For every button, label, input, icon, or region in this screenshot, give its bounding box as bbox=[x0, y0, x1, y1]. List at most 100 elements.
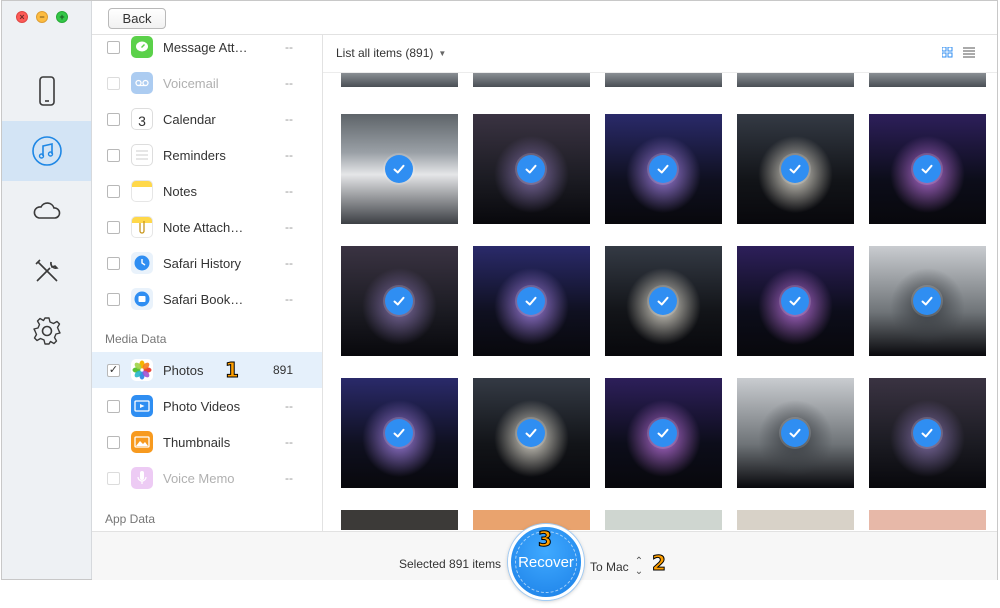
category-item-voicemail: Voicemail -- bbox=[92, 65, 322, 101]
category-item-message-attachments[interactable]: Message Att… -- bbox=[92, 35, 322, 65]
category-item-safari-history[interactable]: Safari History -- bbox=[92, 245, 322, 281]
photo-thumbnail[interactable] bbox=[341, 378, 458, 488]
voice-memo-icon bbox=[131, 467, 153, 489]
rail-item-device[interactable] bbox=[2, 61, 91, 121]
photo-thumbnail[interactable] bbox=[605, 378, 722, 488]
selected-check-icon bbox=[517, 155, 545, 183]
photo-thumbnail[interactable] bbox=[605, 246, 722, 356]
content-header: List all items (891) ▼ bbox=[323, 35, 997, 73]
photo-thumbnail[interactable] bbox=[473, 73, 590, 87]
photo-thumbnail[interactable] bbox=[869, 114, 986, 224]
rail-item-itunes[interactable] bbox=[2, 121, 91, 181]
photo-thumbnail[interactable] bbox=[341, 246, 458, 356]
photo-thumbnail[interactable] bbox=[605, 73, 722, 87]
destination-label: To Mac bbox=[590, 560, 629, 574]
category-checkbox[interactable] bbox=[107, 112, 120, 126]
selected-check-icon bbox=[385, 155, 413, 183]
calendar-icon-day: 3 bbox=[138, 112, 146, 129]
photo-thumbnail[interactable] bbox=[737, 73, 854, 87]
mode-rail: × − + bbox=[2, 1, 92, 579]
photos-icon bbox=[131, 359, 153, 381]
zoom-window-button[interactable]: + bbox=[56, 11, 68, 23]
photo-thumbnail[interactable] bbox=[473, 114, 590, 224]
photo-thumbnail[interactable] bbox=[605, 114, 722, 224]
minimize-window-button[interactable]: − bbox=[36, 11, 48, 23]
list-filter-dropdown[interactable]: List all items (891) ▼ bbox=[336, 46, 446, 60]
category-label: Photos bbox=[163, 362, 204, 378]
top-toolbar: Back bbox=[92, 1, 997, 35]
rail-item-tools[interactable] bbox=[2, 241, 91, 301]
photo-thumbnail[interactable] bbox=[869, 378, 986, 488]
selected-check-icon bbox=[649, 419, 677, 447]
category-count: -- bbox=[285, 148, 293, 162]
category-label: Photo Videos bbox=[163, 398, 241, 414]
category-checkbox[interactable] bbox=[107, 148, 120, 162]
category-item-safari-bookmarks[interactable]: Safari Book… -- bbox=[92, 281, 322, 317]
photo-thumbnail[interactable] bbox=[737, 246, 854, 356]
photo-thumbnail[interactable] bbox=[341, 114, 458, 224]
category-count: -- bbox=[285, 399, 293, 413]
phone-icon bbox=[38, 76, 55, 106]
category-count: -- bbox=[285, 471, 293, 485]
list-view-icon[interactable] bbox=[963, 47, 975, 58]
thumbnails-icon bbox=[131, 431, 153, 453]
photo-thumbnail[interactable] bbox=[737, 114, 854, 224]
selected-check-icon bbox=[913, 287, 941, 315]
category-item-notes[interactable]: Notes -- bbox=[92, 173, 322, 209]
category-checkbox[interactable] bbox=[107, 435, 120, 449]
close-window-button[interactable]: × bbox=[16, 11, 28, 23]
rail-item-settings[interactable] bbox=[2, 301, 91, 361]
back-button[interactable]: Back bbox=[108, 8, 166, 29]
notes-icon bbox=[131, 180, 153, 202]
category-item-note-attachments[interactable]: Note Attach… -- bbox=[92, 209, 322, 245]
category-item-reminders[interactable]: Reminders -- bbox=[92, 137, 322, 173]
step-3-annotation: 3 bbox=[538, 527, 553, 551]
photo-thumbnail[interactable] bbox=[869, 510, 986, 530]
destination-selector[interactable]: To Mac ⌃ ⌄ bbox=[590, 557, 643, 577]
category-item-calendar[interactable]: 3 Calendar -- bbox=[92, 101, 322, 137]
category-item-photos[interactable]: ✓ Photos 891 bbox=[92, 352, 322, 388]
photo-thumbnail[interactable] bbox=[737, 378, 854, 488]
rail-item-icloud[interactable] bbox=[2, 181, 91, 241]
category-checkbox[interactable] bbox=[107, 399, 120, 413]
updown-chevron-icon: ⌃ ⌄ bbox=[634, 556, 644, 577]
photo-thumbnail[interactable] bbox=[869, 73, 986, 87]
category-label: Safari Book… bbox=[163, 291, 244, 307]
category-label: Thumbnails bbox=[163, 434, 231, 450]
category-checkbox[interactable] bbox=[107, 220, 120, 234]
category-item-photo-videos[interactable]: Photo Videos -- bbox=[92, 388, 322, 424]
grid-view-icon[interactable] bbox=[942, 47, 953, 58]
calendar-icon: 3 bbox=[131, 108, 153, 130]
step-2-annotation: 2 bbox=[652, 551, 667, 575]
category-checkbox[interactable] bbox=[107, 256, 120, 270]
safari-bookmarks-icon bbox=[131, 288, 153, 310]
reminders-icon bbox=[131, 144, 153, 166]
photo-thumbnail[interactable] bbox=[341, 73, 458, 87]
category-count: -- bbox=[285, 435, 293, 449]
photo-videos-icon bbox=[131, 395, 153, 417]
app-window: × − + Back Message Att… -- Voicemail -- … bbox=[1, 0, 998, 600]
selected-check-icon bbox=[385, 287, 413, 315]
category-count: -- bbox=[285, 112, 293, 126]
category-label: Message Att… bbox=[163, 39, 248, 55]
photo-thumbnail[interactable] bbox=[341, 510, 458, 530]
category-count: 891 bbox=[272, 363, 293, 377]
photo-thumbnail[interactable] bbox=[473, 246, 590, 356]
category-label: Voicemail bbox=[163, 75, 219, 91]
category-item-thumbnails[interactable]: Thumbnails -- bbox=[92, 424, 322, 460]
photo-thumbnail[interactable] bbox=[737, 510, 854, 530]
category-checkbox[interactable] bbox=[107, 40, 120, 54]
category-count: -- bbox=[285, 256, 293, 270]
photo-grid bbox=[323, 73, 997, 531]
category-checkbox[interactable]: ✓ bbox=[107, 363, 120, 377]
category-count: -- bbox=[285, 184, 293, 198]
photo-thumbnail[interactable] bbox=[869, 246, 986, 356]
category-count: -- bbox=[285, 220, 293, 234]
note-attachments-icon bbox=[131, 216, 153, 238]
category-checkbox[interactable] bbox=[107, 184, 120, 198]
category-checkbox[interactable] bbox=[107, 292, 120, 306]
photo-thumbnail[interactable] bbox=[605, 510, 722, 530]
photo-thumbnail[interactable] bbox=[473, 378, 590, 488]
step-1-annotation: 1 bbox=[225, 358, 240, 382]
message-attachments-icon bbox=[131, 36, 153, 58]
